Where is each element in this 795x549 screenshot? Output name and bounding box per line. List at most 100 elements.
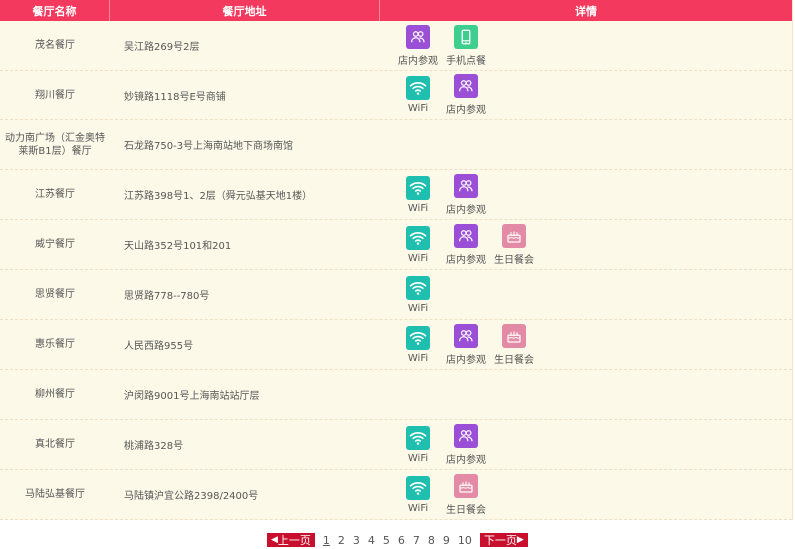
page-number-5[interactable]: 5 xyxy=(383,534,390,547)
feature-label: WiFi xyxy=(407,352,429,364)
restaurant-features: WiFi 店内参观 xyxy=(380,71,792,119)
restaurant-name: 真北餐厅 xyxy=(35,439,75,450)
table-row: 马陆弘基餐厅 马陆镇沪宜公路2398/2400号 WiFi 生日餐会 xyxy=(0,470,792,520)
restaurant-name: 思贤餐厅 xyxy=(35,289,75,300)
feature-label: 手机点餐 xyxy=(446,55,486,67)
next-page-button[interactable]: 下一页 ▶ xyxy=(479,533,528,547)
header-details: 详情 xyxy=(575,4,597,18)
prev-page-button[interactable]: ◀ 上一页 xyxy=(267,533,315,547)
feature-wifi: WiFi xyxy=(394,175,442,214)
pagination: ◀ 上一页 1 2 3 4 5 6 7 8 9 10 下一页 ▶ xyxy=(267,532,528,548)
page-number-4[interactable]: 4 xyxy=(368,534,375,547)
header-name: 餐厅名称 xyxy=(0,0,110,21)
next-label: 下一页 xyxy=(483,534,517,547)
restaurant-features: WiFi 生日餐会 xyxy=(380,470,792,519)
feature-label: 店内参观 xyxy=(398,55,438,67)
page-number-9[interactable]: 9 xyxy=(443,534,450,547)
feature-label: WiFi xyxy=(407,452,429,464)
feature-tour: 店内参观 xyxy=(394,24,442,67)
page-number-8[interactable]: 8 xyxy=(428,534,435,547)
restaurant-features: 店内参观 手机点餐 xyxy=(380,21,792,70)
feature-mobile: 手机点餐 xyxy=(442,24,490,67)
feature-label: WiFi xyxy=(407,202,429,214)
feature-label: 生日餐会 xyxy=(446,504,486,516)
feature-label: 店内参观 xyxy=(446,354,486,366)
restaurant-address: 妙镜路1118号E号商铺 xyxy=(124,91,226,103)
restaurant-features xyxy=(380,370,792,419)
restaurant-name: 茂名餐厅 xyxy=(35,40,75,51)
restaurant-address: 思贤路778--780号 xyxy=(124,291,210,302)
restaurant-address: 人民西路955号 xyxy=(124,341,194,352)
page-number-2[interactable]: 2 xyxy=(338,534,345,547)
feature-wifi: WiFi xyxy=(394,325,442,364)
restaurant-address: 马陆镇沪宜公路2398/2400号 xyxy=(124,491,259,502)
restaurant-address: 桃浦路328号 xyxy=(124,441,184,452)
wifi-icon xyxy=(406,425,430,450)
page-number-3[interactable]: 3 xyxy=(353,534,360,547)
feature-wifi: WiFi xyxy=(394,475,442,514)
page-number-10[interactable]: 10 xyxy=(458,534,472,547)
feature-wifi: WiFi xyxy=(394,76,442,114)
table-row: 真北餐厅 桃浦路328号 WiFi 店内参观 xyxy=(0,420,792,470)
prev-label: 上一页 xyxy=(277,534,311,547)
feature-label: 店内参观 xyxy=(446,105,486,116)
restaurant-address: 吴江路269号2层 xyxy=(124,42,200,53)
table-row: 柳州餐厅 沪闵路9001号上海南站站厅层 xyxy=(0,370,792,420)
table-body: 茂名餐厅 吴江路269号2层 店内参观 手机点餐 翔川餐厅 妙镜路1118号E号商铺 WiF… xyxy=(0,21,792,520)
page-number-7[interactable]: 7 xyxy=(413,534,420,547)
feature-tour: 店内参观 xyxy=(442,173,490,216)
restaurant-address: 江苏路398号1、2层（舜元弘基天地1楼） xyxy=(124,191,313,202)
store-tour-icon xyxy=(454,223,478,248)
restaurant-features: WiFi 店内参观 生日餐会 xyxy=(380,320,792,369)
restaurant-features: WiFi 店内参观 xyxy=(380,170,792,219)
feature-tour: 店内参观 xyxy=(442,223,490,266)
table-header: 餐厅名称 餐厅地址 详情 xyxy=(0,0,792,21)
feature-label: WiFi xyxy=(407,502,429,514)
table-row: 威宁餐厅 天山路352号101和201 WiFi 店内参观 生日餐会 xyxy=(0,220,792,270)
wifi-icon xyxy=(406,225,430,250)
feature-label: WiFi xyxy=(407,252,429,264)
table-row: 茂名餐厅 吴江路269号2层 店内参观 手机点餐 xyxy=(0,21,792,71)
wifi-icon xyxy=(406,325,430,350)
page-number-6[interactable]: 6 xyxy=(398,534,405,547)
feature-wifi: WiFi xyxy=(394,425,442,464)
feature-tour: 店内参观 xyxy=(442,323,490,366)
wifi-icon xyxy=(406,175,430,200)
store-tour-icon xyxy=(454,173,478,198)
restaurant-name: 翔川餐厅 xyxy=(35,89,75,101)
table-row: 惠乐餐厅 人民西路955号 WiFi 店内参观 生日餐会 xyxy=(0,320,792,370)
restaurant-table: 餐厅名称 餐厅地址 详情 茂名餐厅 吴江路269号2层 店内参观 手机点餐 翔川餐厅 妙镜… xyxy=(0,0,793,520)
restaurant-address: 石龙路750-3号上海南站地下商场南馆 xyxy=(124,141,294,152)
header-address: 餐厅地址 xyxy=(110,0,380,21)
feature-label: 店内参观 xyxy=(446,204,486,216)
table-row: 动力南广场（汇金奥特莱斯B1层）餐厅 石龙路750-3号上海南站地下商场南馆 xyxy=(0,120,792,170)
store-tour-icon xyxy=(454,74,478,98)
feature-wifi: WiFi xyxy=(394,225,442,264)
feature-birthday: 生日餐会 xyxy=(490,223,538,266)
birthday-cake-icon xyxy=(502,223,526,248)
table-row: 思贤餐厅 思贤路778--780号 WiFi xyxy=(0,270,792,320)
birthday-cake-icon xyxy=(502,323,526,348)
feature-wifi: WiFi xyxy=(394,275,442,314)
restaurant-address: 天山路352号101和201 xyxy=(124,241,232,252)
page-number-1[interactable]: 1 xyxy=(323,534,330,547)
store-tour-icon xyxy=(406,24,430,49)
feature-tour: 店内参观 xyxy=(442,423,490,466)
feature-label: 生日餐会 xyxy=(494,354,534,366)
prev-arrow-icon: ◀ xyxy=(271,535,278,545)
feature-label: 店内参观 xyxy=(446,454,486,466)
wifi-icon xyxy=(406,275,430,300)
wifi-icon xyxy=(406,475,430,500)
restaurant-features xyxy=(380,120,792,169)
restaurant-name: 马陆弘基餐厅 xyxy=(25,489,85,500)
wifi-icon xyxy=(406,76,430,100)
restaurant-features: WiFi 店内参观 xyxy=(380,420,792,469)
store-tour-icon xyxy=(454,423,478,448)
feature-label: 店内参观 xyxy=(446,254,486,266)
store-tour-icon xyxy=(454,323,478,348)
restaurant-name: 惠乐餐厅 xyxy=(35,339,75,350)
restaurant-features: WiFi 店内参观 生日餐会 xyxy=(380,220,792,269)
mobile-order-icon xyxy=(454,24,478,49)
feature-tour: 店内参观 xyxy=(442,74,490,116)
restaurant-name: 动力南广场（汇金奥特莱斯B1层）餐厅 xyxy=(5,132,105,157)
